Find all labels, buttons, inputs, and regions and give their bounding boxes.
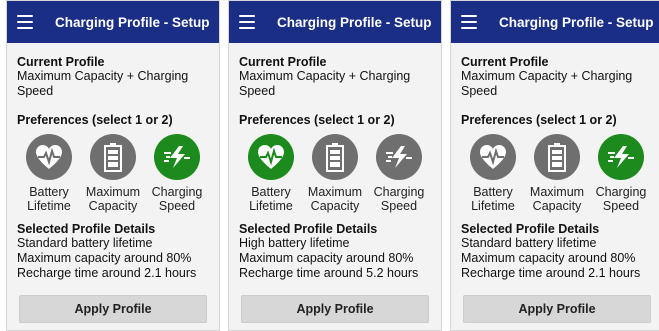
preferences-heading: Preferences (select 1 or 2) xyxy=(461,113,617,127)
profile-details: Selected Profile Details High battery li… xyxy=(239,222,431,281)
app-bar: Charging Profile - Setup xyxy=(7,1,219,43)
lightning-icon[interactable] xyxy=(598,134,644,180)
option-label: Battery Lifetime xyxy=(249,185,293,213)
option-battery-lifetime[interactable]: Battery Lifetime xyxy=(461,134,525,213)
preference-options: Battery Lifetime Maximum Capacity Chargi… xyxy=(239,134,431,213)
details-line: Standard battery lifetime xyxy=(17,236,153,250)
details-line: Maximum capacity around 80% xyxy=(461,251,636,265)
content: Current Profile Maximum Capacity + Charg… xyxy=(451,43,659,281)
app-bar: Charging Profile - Setup xyxy=(451,1,659,43)
battery-icon[interactable] xyxy=(312,134,358,180)
phone-screen-2: Charging Profile - Setup Current Profile… xyxy=(228,0,442,331)
option-charging-speed[interactable]: Charging Speed xyxy=(367,134,431,213)
details-line: Recharge time around 2.1 hours xyxy=(461,266,641,280)
lightning-icon[interactable] xyxy=(154,134,200,180)
option-label: Battery Lifetime xyxy=(471,185,515,213)
current-profile-value: Maximum Capacity + Charging Speed xyxy=(461,69,633,98)
profile-details: Selected Profile Details Standard batter… xyxy=(461,222,653,281)
option-maximum-capacity[interactable]: Maximum Capacity xyxy=(303,134,367,213)
app-title: Charging Profile - Setup xyxy=(277,14,432,30)
details-line: High battery lifetime xyxy=(239,236,350,250)
heart-pulse-icon[interactable] xyxy=(26,134,72,180)
battery-icon[interactable] xyxy=(90,134,136,180)
app-bar: Charging Profile - Setup xyxy=(229,1,441,43)
option-battery-lifetime[interactable]: Battery Lifetime xyxy=(17,134,81,213)
apply-profile-button[interactable]: Apply Profile xyxy=(19,295,207,323)
content: Current Profile Maximum Capacity + Charg… xyxy=(229,43,441,281)
option-charging-speed[interactable]: Charging Speed xyxy=(589,134,653,213)
current-profile-heading: Current Profile xyxy=(461,55,549,69)
details-line: Recharge time around 2.1 hours xyxy=(17,266,197,280)
heart-pulse-icon[interactable] xyxy=(470,134,516,180)
option-label: Maximum Capacity xyxy=(529,185,585,213)
menu-icon[interactable] xyxy=(239,15,255,29)
option-battery-lifetime[interactable]: Battery Lifetime xyxy=(239,134,303,213)
current-profile-heading: Current Profile xyxy=(17,55,105,69)
apply-profile-button[interactable]: Apply Profile xyxy=(241,295,429,323)
details-line: Maximum capacity around 80% xyxy=(239,251,414,265)
option-label: Charging Speed xyxy=(595,185,647,213)
details-line: Recharge time around 5.2 hours xyxy=(239,266,419,280)
option-charging-speed[interactable]: Charging Speed xyxy=(145,134,209,213)
option-label: Maximum Capacity xyxy=(307,185,363,213)
profile-details: Selected Profile Details Standard batter… xyxy=(17,222,209,281)
details-heading: Selected Profile Details xyxy=(239,222,378,236)
content: Current Profile Maximum Capacity + Charg… xyxy=(7,43,219,281)
details-heading: Selected Profile Details xyxy=(17,222,156,236)
option-label: Charging Speed xyxy=(151,185,203,213)
battery-icon[interactable] xyxy=(534,134,580,180)
menu-icon[interactable] xyxy=(17,15,33,29)
option-label: Charging Speed xyxy=(373,185,425,213)
phone-screen-3: Charging Profile - Setup Current Profile… xyxy=(450,0,659,331)
details-heading: Selected Profile Details xyxy=(461,222,600,236)
preference-options: Battery Lifetime Maximum Capacity Chargi… xyxy=(17,134,209,213)
option-maximum-capacity[interactable]: Maximum Capacity xyxy=(525,134,589,213)
details-line: Maximum capacity around 80% xyxy=(17,251,192,265)
app-title: Charging Profile - Setup xyxy=(55,14,210,30)
current-profile-heading: Current Profile xyxy=(239,55,327,69)
preference-options: Battery Lifetime Maximum Capacity Chargi… xyxy=(461,134,653,213)
apply-profile-button[interactable]: Apply Profile xyxy=(463,295,651,323)
details-line: Standard battery lifetime xyxy=(461,236,597,250)
current-profile-value: Maximum Capacity + Charging Speed xyxy=(239,69,411,98)
menu-icon[interactable] xyxy=(461,15,477,29)
preferences-heading: Preferences (select 1 or 2) xyxy=(239,113,395,127)
heart-pulse-icon[interactable] xyxy=(248,134,294,180)
option-label: Battery Lifetime xyxy=(27,185,71,213)
current-profile-value: Maximum Capacity + Charging Speed xyxy=(17,69,189,98)
option-label: Maximum Capacity xyxy=(85,185,141,213)
lightning-icon[interactable] xyxy=(376,134,422,180)
phone-screen-1: Charging Profile - Setup Current Profile… xyxy=(6,0,220,331)
preferences-heading: Preferences (select 1 or 2) xyxy=(17,113,173,127)
app-title: Charging Profile - Setup xyxy=(499,14,654,30)
option-maximum-capacity[interactable]: Maximum Capacity xyxy=(81,134,145,213)
